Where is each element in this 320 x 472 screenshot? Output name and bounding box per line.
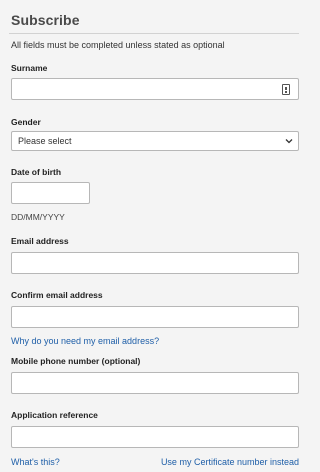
gender-label: Gender	[11, 117, 41, 127]
subscribe-form: Subscribe All fields must be completed u…	[0, 0, 308, 472]
title-divider	[9, 33, 299, 34]
surname-input[interactable]	[11, 78, 299, 100]
surname-label: Surname	[11, 63, 48, 73]
page-title: Subscribe	[11, 12, 80, 28]
email-input[interactable]	[11, 252, 299, 274]
confirm-email-input[interactable]	[11, 306, 299, 328]
autofill-key-icon[interactable]	[282, 84, 290, 95]
chevron-down-icon	[285, 139, 293, 144]
dob-label: Date of birth	[11, 167, 62, 177]
mobile-input[interactable]	[11, 372, 299, 394]
app-ref-label: Application reference	[11, 410, 98, 420]
email-label: Email address	[11, 236, 69, 246]
gender-select[interactable]: Please select	[11, 131, 299, 151]
dob-hint: DD/MM/YYYY	[11, 212, 65, 222]
intro-text: All fields must be completed unless stat…	[11, 40, 225, 50]
app-ref-input[interactable]	[11, 426, 299, 448]
use-certificate-link[interactable]: Use my Certificate number instead	[161, 457, 299, 467]
confirm-email-label: Confirm email address	[11, 290, 103, 300]
why-email-link[interactable]: Why do you need my email address?	[11, 336, 159, 346]
gender-selected-value: Please select	[18, 136, 72, 146]
mobile-label: Mobile phone number (optional)	[11, 356, 141, 366]
dob-input[interactable]	[11, 182, 90, 204]
whats-this-link[interactable]: What's this?	[11, 457, 60, 467]
